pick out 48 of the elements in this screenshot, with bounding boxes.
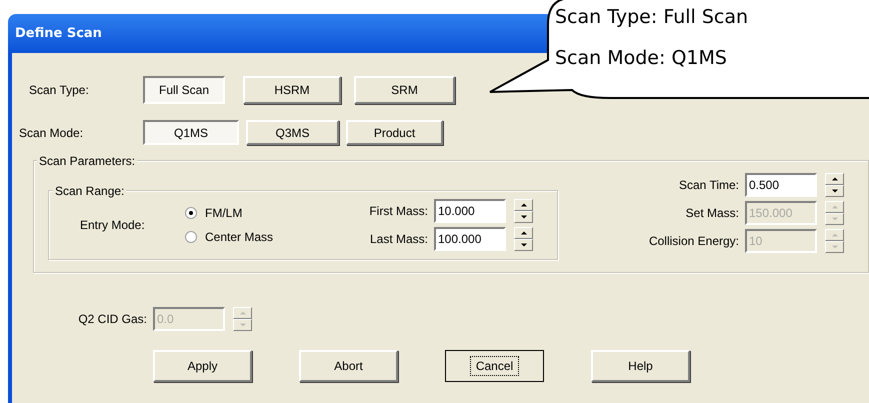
up-arrow-icon xyxy=(520,231,526,235)
radio-button[interactable]: FM/LM xyxy=(185,205,305,221)
down-arrow-icon xyxy=(832,188,838,192)
toggle-button[interactable]: Q1MS xyxy=(143,120,239,145)
input-field[interactable]: 100.000 xyxy=(434,227,506,251)
field-label: Set Mass: xyxy=(684,204,740,222)
callout-text: Scan Type: Full Scan xyxy=(555,5,748,30)
toggle-button[interactable]: HSRM xyxy=(243,76,341,104)
toggle-button[interactable]: Q3MS xyxy=(246,120,339,145)
spin-down-button[interactable] xyxy=(514,239,533,251)
input-field: 10 xyxy=(745,228,817,252)
input-field[interactable]: 0.500 xyxy=(745,172,817,196)
radio-button[interactable]: Center Mass xyxy=(185,229,305,245)
down-arrow-icon xyxy=(240,322,246,326)
field-label: Q2 CID Gas: xyxy=(77,310,148,328)
callout-text: Scan Mode: Q1MS xyxy=(555,46,728,71)
toggle-button[interactable]: SRM xyxy=(354,76,455,104)
input-field: 150.000 xyxy=(745,200,817,224)
entry-mode-label: Entry Mode: xyxy=(80,217,146,234)
spin-up-button[interactable] xyxy=(825,172,844,184)
field-label: Scan Time: xyxy=(678,176,740,194)
up-arrow-icon xyxy=(832,232,838,236)
field-label: First Mass: xyxy=(368,203,429,220)
spin-up-button[interactable] xyxy=(514,227,533,239)
dialog-button[interactable]: Abort xyxy=(299,350,398,382)
input-field: 0.0 xyxy=(153,306,225,330)
down-arrow-icon xyxy=(520,215,526,219)
spin-down-button[interactable] xyxy=(825,184,844,196)
dialog-button[interactable]: Help xyxy=(591,350,690,382)
down-arrow-icon xyxy=(832,216,838,220)
down-arrow-icon xyxy=(520,243,526,247)
scan-mode-label: Scan Mode: xyxy=(18,124,84,142)
dialog-button[interactable]: Cancel xyxy=(445,350,544,382)
spin-up-button[interactable] xyxy=(514,199,533,211)
input-field[interactable]: 10.000 xyxy=(434,199,506,223)
field-label: Collision Energy: xyxy=(648,232,740,250)
up-arrow-icon xyxy=(832,176,838,180)
spin-down-button[interactable] xyxy=(514,211,533,223)
window-title: Define Scan xyxy=(15,24,102,43)
toggle-button[interactable]: Product xyxy=(346,120,443,145)
up-arrow-icon xyxy=(520,203,526,207)
field-label: Last Mass: xyxy=(368,231,429,248)
up-arrow-icon xyxy=(832,204,838,208)
up-arrow-icon xyxy=(240,310,246,314)
dialog-button[interactable]: Apply xyxy=(153,350,252,382)
toggle-button[interactable]: Full Scan xyxy=(143,76,225,104)
scan-type-label: Scan Type: xyxy=(28,82,90,99)
down-arrow-icon xyxy=(832,244,838,248)
